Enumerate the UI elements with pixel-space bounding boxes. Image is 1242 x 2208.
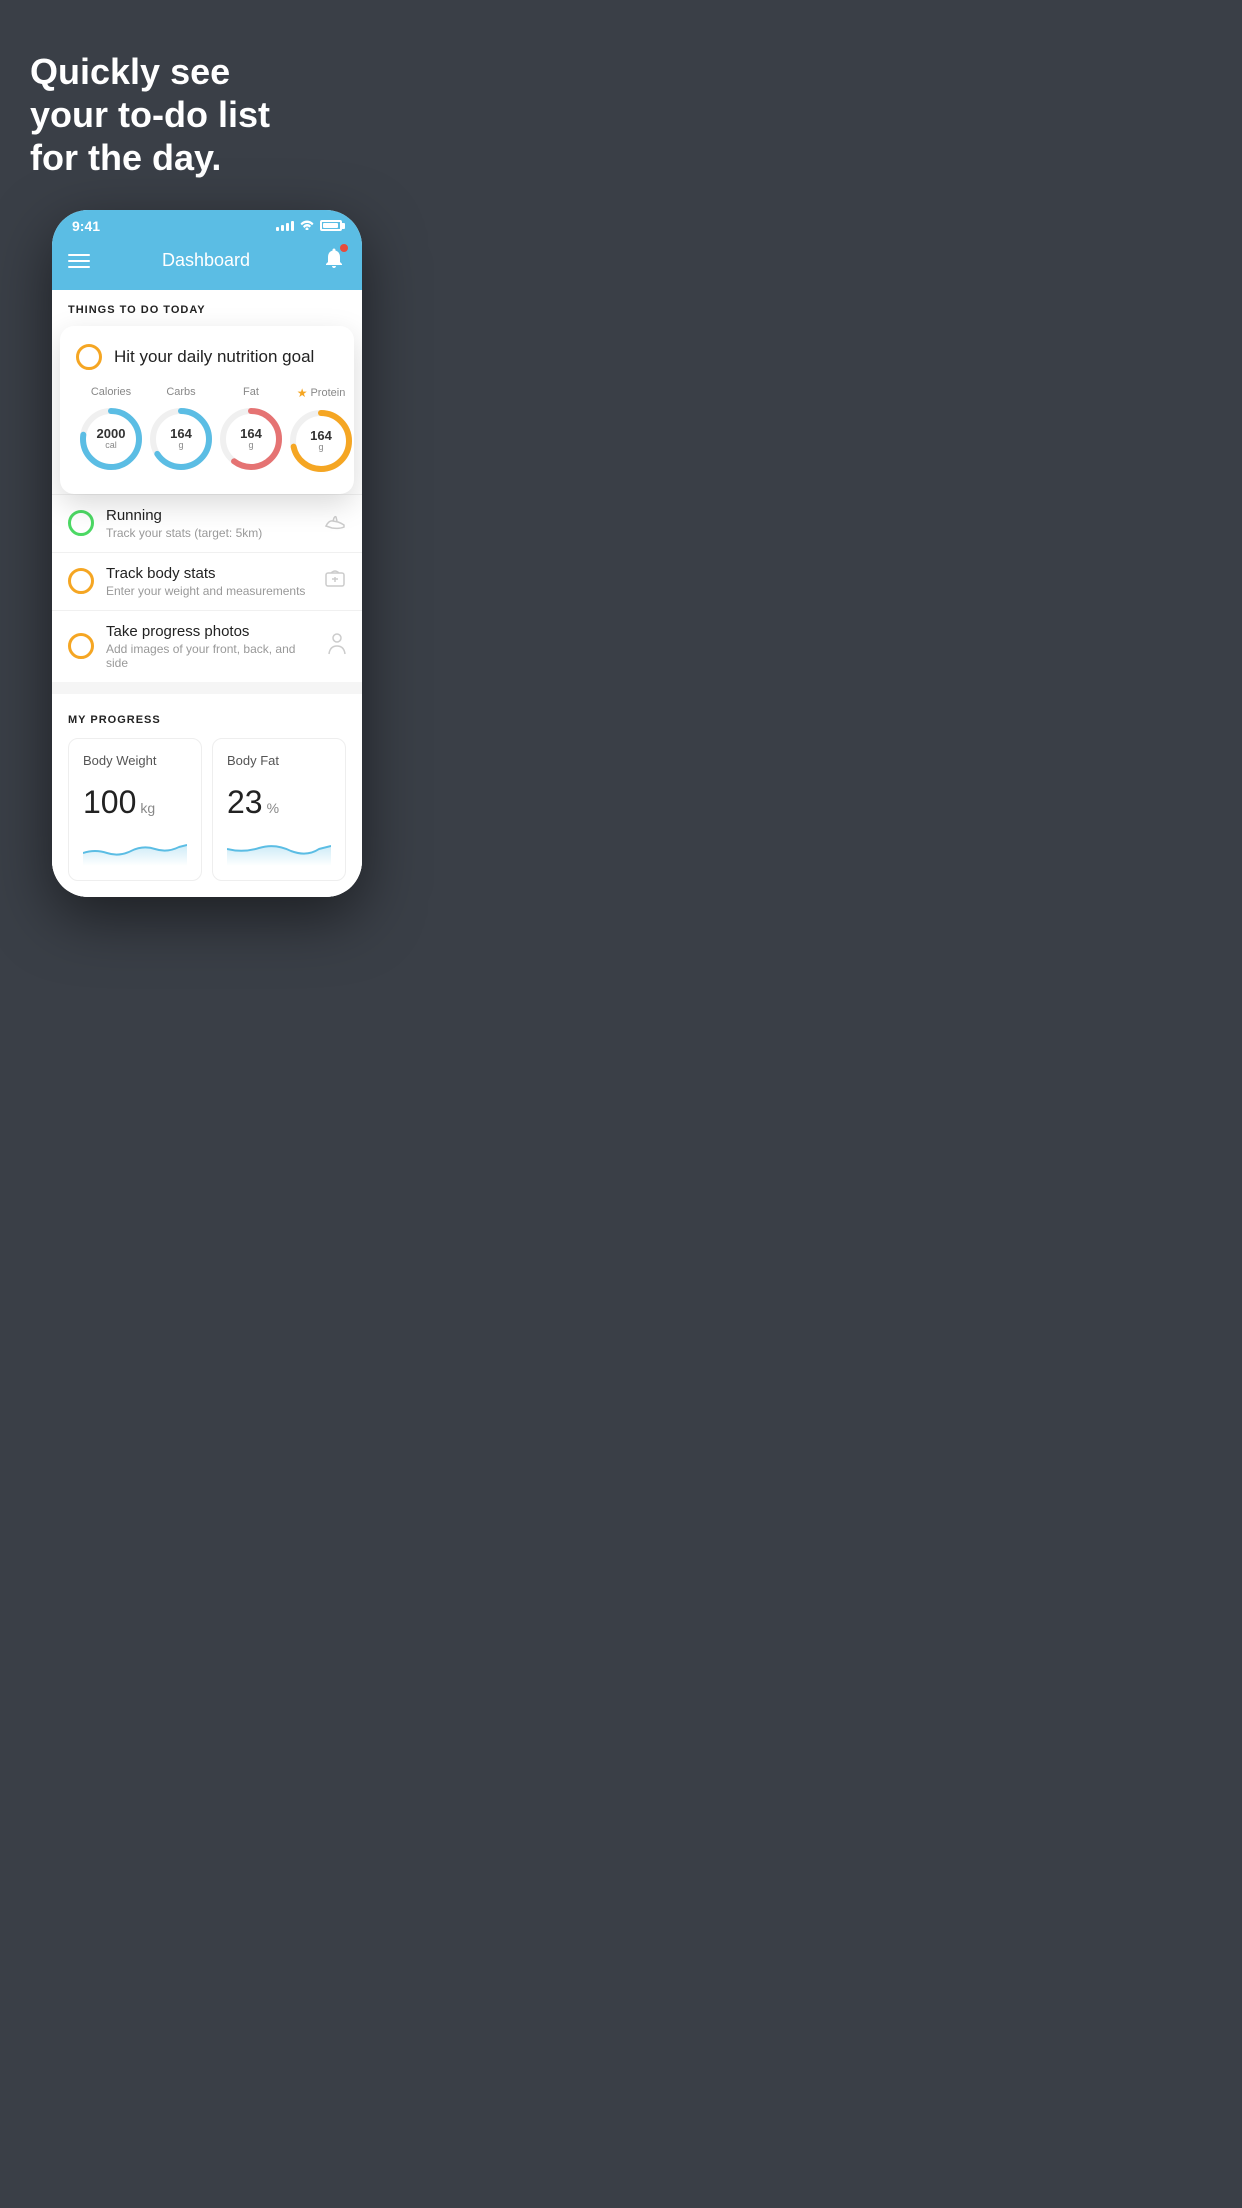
calories-label: Calories — [91, 386, 131, 398]
body-stats-subtitle: Enter your weight and measurements — [106, 584, 312, 598]
battery-icon — [320, 220, 342, 231]
app-content: THINGS TO DO TODAY Hit your daily nutrit… — [52, 290, 362, 897]
notification-bell-icon[interactable] — [322, 246, 346, 276]
progress-photos-subtitle: Add images of your front, back, and side — [106, 642, 316, 670]
nutrition-grid: Calories 2000 cal — [76, 386, 338, 476]
signal-bars-icon — [276, 221, 294, 231]
person-icon — [328, 633, 346, 660]
todo-item-progress-photos[interactable]: Take progress photos Add images of your … — [52, 610, 362, 682]
protein-label: ★ Protein — [297, 386, 346, 400]
body-fat-value: 23 — [227, 784, 263, 821]
calories-ring: 2000 cal — [76, 404, 146, 474]
body-fat-card: Body Fat 23 % — [212, 738, 346, 881]
body-fat-chart — [227, 831, 331, 866]
nutrition-card: Hit your daily nutrition goal Calories — [60, 326, 354, 494]
body-weight-card: Body Weight 100 kg — [68, 738, 202, 881]
running-subtitle: Track your stats (target: 5km) — [106, 526, 312, 540]
todo-item-body-stats[interactable]: Track body stats Enter your weight and m… — [52, 552, 362, 610]
status-time: 9:41 — [72, 218, 100, 234]
progress-grid: Body Weight 100 kg — [68, 738, 346, 881]
protein-ring: 164 g — [286, 406, 356, 476]
carbs-label: Carbs — [166, 386, 195, 398]
outer-wrapper: Quickly see your to-do list for the day.… — [0, 0, 414, 937]
body-weight-label: Body Weight — [83, 753, 187, 768]
progress-photos-checkbox[interactable] — [68, 633, 94, 659]
nutrition-card-title: Hit your daily nutrition goal — [114, 347, 314, 367]
body-fat-unit: % — [267, 800, 279, 816]
nutrition-item-fat: Fat 164 g — [216, 386, 286, 474]
body-stats-checkbox[interactable] — [68, 568, 94, 594]
hero-title: Quickly see your to-do list for the day. — [30, 50, 384, 180]
body-weight-value: 100 — [83, 784, 136, 821]
nutrition-checkbox[interactable] — [76, 344, 102, 370]
nutrition-card-header: Hit your daily nutrition goal — [76, 344, 338, 370]
shoe-icon — [324, 512, 346, 535]
running-title: Running — [106, 507, 312, 524]
running-checkbox[interactable] — [68, 510, 94, 536]
nutrition-item-calories: Calories 2000 cal — [76, 386, 146, 474]
progress-photos-title: Take progress photos — [106, 623, 316, 640]
progress-section: MY PROGRESS Body Weight 100 kg — [52, 694, 362, 897]
status-icons — [276, 218, 342, 233]
todo-list: Running Track your stats (target: 5km) — [52, 494, 362, 682]
scale-icon — [324, 569, 346, 594]
fat-ring: 164 g — [216, 404, 286, 474]
body-fat-label: Body Fat — [227, 753, 331, 768]
todo-item-running[interactable]: Running Track your stats (target: 5km) — [52, 494, 362, 552]
hero-section: Quickly see your to-do list for the day. — [0, 0, 414, 210]
things-section-title: THINGS TO DO TODAY — [68, 304, 346, 316]
things-section: THINGS TO DO TODAY Hit your daily nutrit… — [52, 290, 362, 494]
progress-section-title: MY PROGRESS — [68, 714, 346, 726]
carbs-ring: 164 g — [146, 404, 216, 474]
phone-mockup: 9:41 — [52, 210, 362, 897]
body-weight-unit: kg — [140, 800, 155, 816]
nutrition-item-carbs: Carbs 164 g — [146, 386, 216, 474]
app-header: Dashboard — [52, 238, 362, 290]
body-stats-title: Track body stats — [106, 565, 312, 582]
body-weight-chart — [83, 831, 187, 866]
status-bar: 9:41 — [52, 210, 362, 238]
notification-dot — [340, 244, 348, 252]
hamburger-menu-icon[interactable] — [68, 254, 90, 268]
star-icon: ★ — [297, 386, 308, 400]
wifi-icon — [299, 218, 315, 233]
nutrition-item-protein: ★ Protein 164 g — [286, 386, 356, 476]
fat-label: Fat — [243, 386, 259, 398]
header-title: Dashboard — [162, 250, 250, 271]
